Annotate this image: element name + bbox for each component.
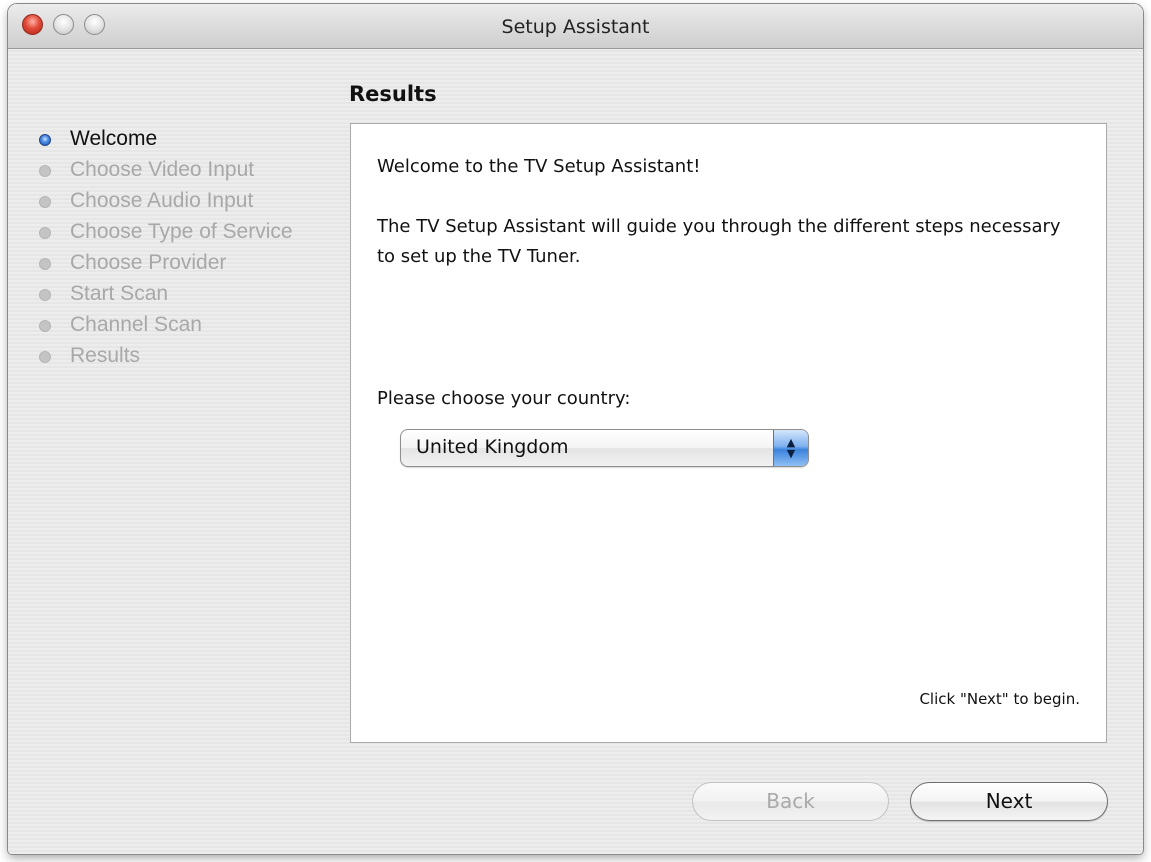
step-bullet-icon: [39, 165, 51, 177]
country-select-value: United Kingdom: [416, 436, 569, 458]
step-start-scan: Start Scan: [36, 281, 346, 312]
step-label: Choose Type of Service: [70, 220, 293, 243]
step-label: Welcome: [70, 127, 158, 150]
step-active-bullet-icon: [39, 134, 51, 146]
steps-sidebar: Welcome Choose Video Input Choose Audio …: [36, 126, 346, 374]
step-bullet-icon: [39, 320, 51, 332]
step-choose-audio-input: Choose Audio Input: [36, 188, 346, 219]
step-choose-video-input: Choose Video Input: [36, 157, 346, 188]
setup-assistant-window: Setup Assistant Welcome Choose Video Inp…: [8, 4, 1143, 854]
up-down-arrows-icon[interactable]: ▲ ▼: [773, 430, 808, 466]
step-label: Choose Video Input: [70, 158, 255, 181]
welcome-heading: Welcome to the TV Setup Assistant!: [377, 156, 701, 177]
step-welcome: Welcome: [36, 126, 346, 157]
welcome-description: The TV Setup Assistant will guide you th…: [377, 216, 1061, 267]
step-bullet-icon: [39, 258, 51, 270]
step-bullet-icon: [39, 227, 51, 239]
step-choose-provider: Choose Provider: [36, 250, 346, 281]
step-channel-scan: Channel Scan: [36, 312, 346, 343]
step-label: Channel Scan: [70, 313, 202, 336]
content-panel: Welcome to the TV Setup Assistant! The T…: [350, 123, 1107, 743]
title-bar[interactable]: Setup Assistant: [8, 4, 1143, 49]
step-bullet-icon: [39, 289, 51, 301]
country-label: Please choose your country:: [377, 388, 631, 409]
next-button[interactable]: Next: [910, 782, 1108, 821]
step-label: Choose Audio Input: [70, 189, 254, 212]
step-label: Results: [70, 344, 141, 367]
next-hint: Click "Next" to begin.: [919, 690, 1080, 708]
step-bullet-icon: [39, 196, 51, 208]
step-bullet-icon: [39, 351, 51, 363]
window-title: Setup Assistant: [501, 16, 650, 38]
step-label: Choose Provider: [70, 251, 227, 274]
step-choose-type-of-service: Choose Type of Service: [36, 219, 346, 250]
back-button[interactable]: Back: [692, 782, 889, 821]
step-results: Results: [36, 343, 346, 374]
country-select[interactable]: United Kingdom ▲ ▼: [400, 429, 809, 467]
step-label: Start Scan: [70, 282, 169, 305]
section-title: Results: [349, 82, 437, 106]
